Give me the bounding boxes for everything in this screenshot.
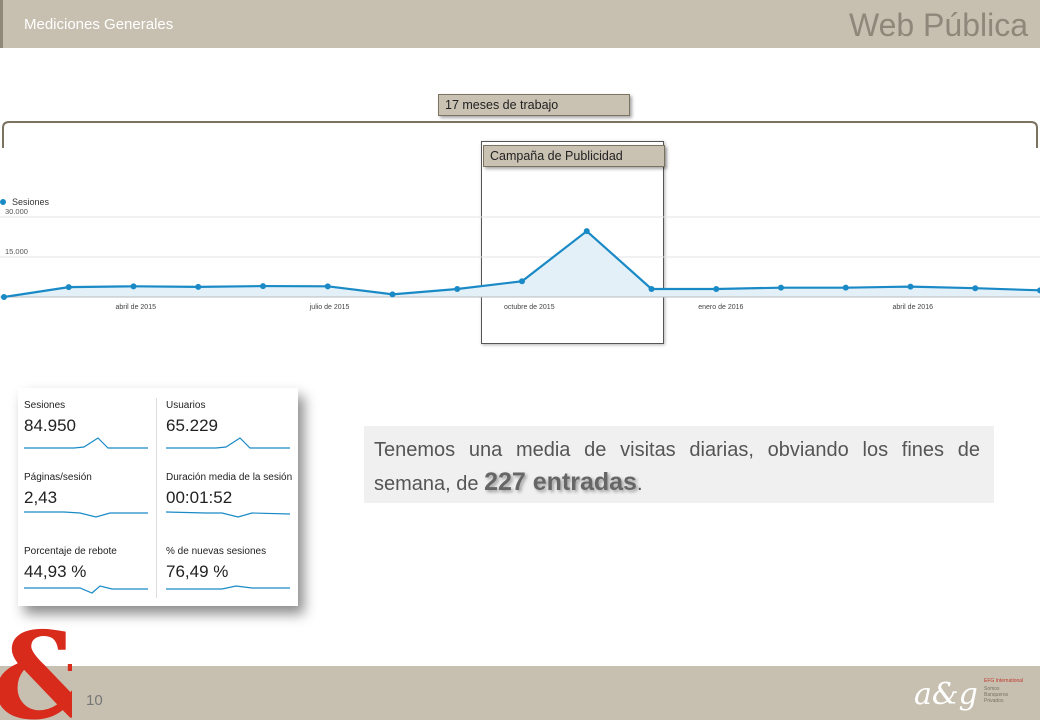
metric-nuevas-sesiones: % de nuevas sesiones 76,49 % <box>160 534 290 602</box>
metric-label: Usuarios <box>166 400 206 411</box>
brand-logo-icon: a&g <box>914 677 978 712</box>
timeline-brace <box>2 121 1038 148</box>
brand-name: a&g <box>914 677 978 712</box>
legend-label: Sesiones <box>12 197 50 207</box>
metrics-divider <box>156 398 157 598</box>
metric-usuarios: Usuarios 65.229 <box>160 388 290 456</box>
sparkline <box>166 585 290 590</box>
sparkline <box>24 585 148 594</box>
metric-label: Duración media de la sesión <box>166 472 293 483</box>
data-point <box>842 284 849 291</box>
x-tick-label: enero de 2016 <box>698 304 743 311</box>
metric-label: % de nuevas sesiones <box>166 546 267 557</box>
footer-bar <box>0 666 1040 720</box>
metric-value: 00:01:52 <box>166 488 233 507</box>
page-number: 10 <box>86 692 103 709</box>
data-point <box>454 286 461 292</box>
info-highlight: 227 entradas <box>484 468 637 496</box>
data-point <box>1 294 7 300</box>
metrics-panel: Sesiones 84.950 Usuarios 65.229 Páginas/… <box>18 388 298 606</box>
sparkline <box>166 437 290 449</box>
data-point <box>583 228 590 235</box>
callout-months: 17 meses de trabajo <box>438 94 630 116</box>
metric-value: 84.950 <box>24 416 76 435</box>
sparkline <box>166 511 290 518</box>
data-point <box>130 283 137 290</box>
metric-rebote: Porcentaje de rebote 44,93 % <box>18 534 148 602</box>
metric-duracion: Duración media de la sesión 00:01:52 <box>160 460 293 528</box>
info-text: Tenemos una media de visitas diarias, ob… <box>374 434 980 500</box>
data-point <box>972 285 979 292</box>
data-point <box>324 283 331 290</box>
y-tick-label: 30.000 <box>5 207 28 216</box>
info-text-after: . <box>636 473 643 495</box>
svg-text:&: & <box>0 618 72 728</box>
metric-paginas-sesion: Páginas/sesión 2,43 <box>18 460 148 528</box>
metric-label: Sesiones <box>24 400 66 411</box>
data-point <box>778 284 784 291</box>
ampersand-logo-icon: & <box>0 618 72 728</box>
metric-label: Porcentaje de rebote <box>24 546 117 557</box>
data-point <box>648 286 655 292</box>
y-tick-label: 15.000 <box>5 247 28 256</box>
info-text-before: Tenemos una media de visitas diarias, ob… <box>374 439 980 495</box>
data-point <box>519 278 525 285</box>
metric-value: 76,49 % <box>166 562 229 581</box>
data-point <box>389 291 396 298</box>
sparkline <box>24 437 148 449</box>
x-tick-label: julio de 2015 <box>309 304 350 311</box>
x-tick-label: octubre de 2015 <box>504 304 555 311</box>
legend-marker <box>0 199 6 205</box>
metric-sesiones: Sesiones 84.950 <box>18 388 148 456</box>
sessions-line-chart: Sesiones30.000 15.000 abril de 2015 julio d… <box>0 197 1040 311</box>
metric-value: 65.229 <box>166 416 218 435</box>
metric-value: 2,43 <box>24 488 58 507</box>
data-point <box>260 283 266 290</box>
data-point <box>195 283 202 290</box>
data-point <box>907 283 914 290</box>
callout-campaign: Campaña de Publicidad <box>483 145 665 167</box>
brand-line: Privados <box>984 698 1004 704</box>
x-tick-label: abril de 2016 <box>893 304 934 311</box>
info-box: Tenemos una media de visitas diarias, ob… <box>364 426 994 503</box>
metric-label: Páginas/sesión <box>24 472 92 483</box>
metric-value: 44,93 % <box>24 562 87 581</box>
sparkline <box>24 511 148 518</box>
x-tick-label: abril de 2015 <box>116 304 157 311</box>
brand-line: EFG International <box>984 678 1024 684</box>
data-point <box>713 286 720 292</box>
data-point <box>65 284 72 291</box>
